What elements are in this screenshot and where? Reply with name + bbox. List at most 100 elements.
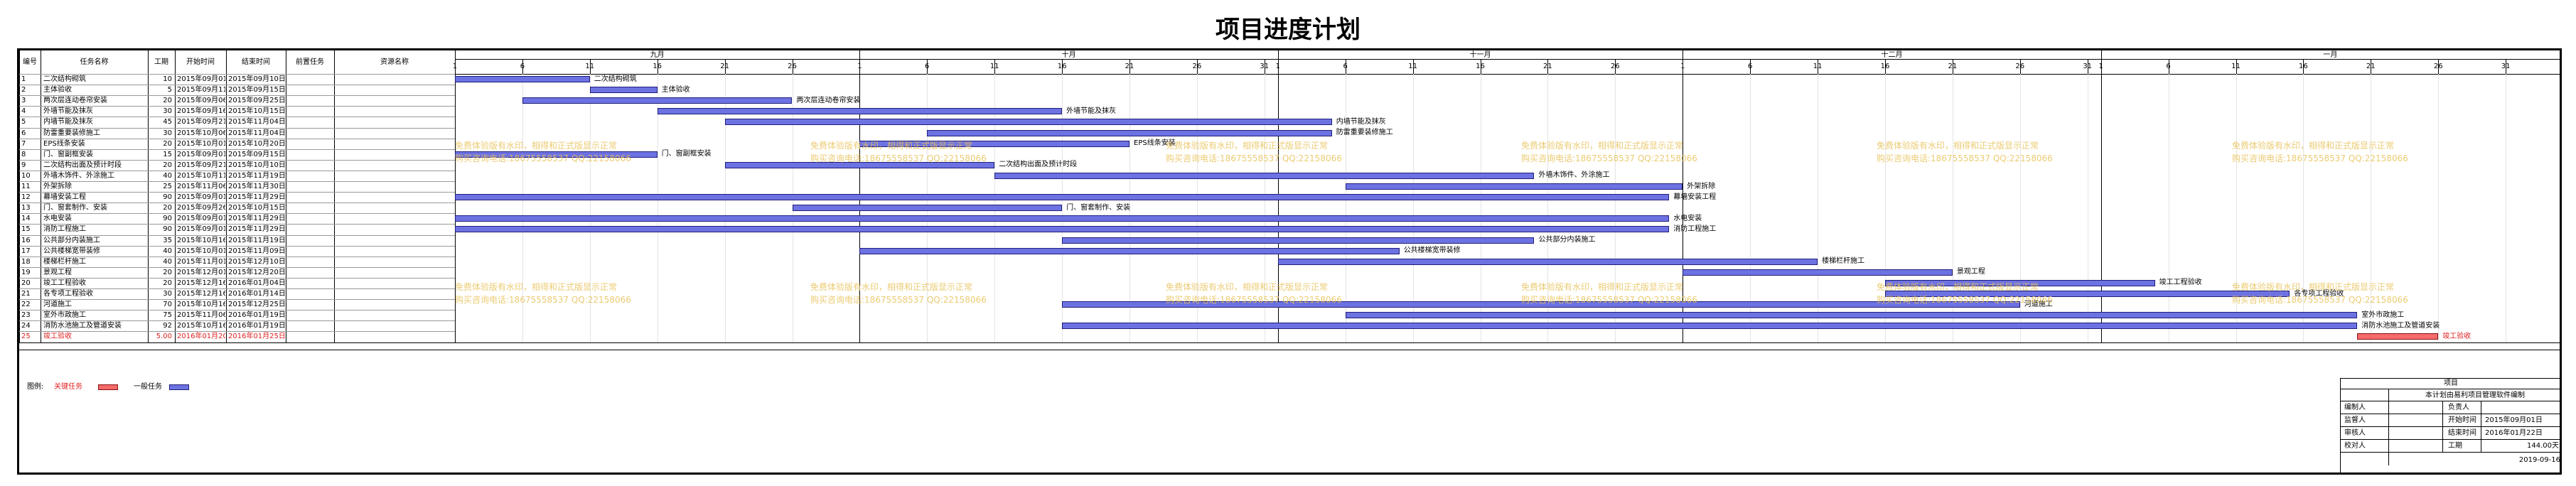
task-end: 2016年01月14日 — [228, 290, 285, 298]
task-start: 2015年10月11日 — [177, 171, 225, 180]
task-name: EPS线条安装 — [43, 139, 85, 148]
info-k2-0: 负责人 — [2448, 404, 2469, 411]
task-id: 14 — [21, 215, 31, 223]
info-v2-3: 144.00天 — [2527, 442, 2559, 450]
task-duration: 45 — [163, 118, 172, 126]
task-start: 2015年09月21日 — [177, 118, 225, 126]
task-bar — [927, 129, 1332, 136]
task-end: 2015年11月29日 — [228, 215, 285, 223]
task-end: 2015年10月15日 — [228, 204, 285, 212]
task-id: 5 — [21, 118, 26, 126]
task-bar-label: 景观工程 — [1956, 268, 1985, 276]
legend-critical-swatch — [98, 384, 118, 390]
task-id: 25 — [21, 333, 31, 341]
page-title: 项目进度计划 — [1215, 16, 1361, 44]
column-divider — [19, 50, 20, 342]
task-start: 2015年09月01日 — [177, 193, 225, 202]
task-duration: 5.00 — [156, 333, 172, 341]
watermark: 免费体验版有水印，相得和正式版显示正常 购买咨询电话:18675558537 QQ… — [2232, 281, 2408, 306]
day-label: 16 — [2299, 63, 2308, 70]
task-end: 2016年01月19日 — [228, 322, 285, 330]
task-start: 2015年09月11日 — [177, 86, 225, 94]
month-label: 十二月 — [1881, 50, 1903, 59]
legend-critical-label: 关键任务 — [54, 383, 82, 391]
task-start: 2015年09月01日 — [177, 75, 225, 83]
watermark-line-1: 免费体验版有水印，相得和正式版显示正常 — [1877, 282, 2039, 292]
day-label: 11 — [2231, 63, 2240, 70]
task-duration: 30 — [163, 129, 172, 137]
task-name: 门、窗套制作、安装 — [43, 204, 107, 212]
day-label: 11 — [1408, 63, 1417, 70]
task-duration: 30 — [163, 107, 172, 116]
watermark-line-2: 购买咨询电话:18675558537 QQ:22158066 — [810, 295, 987, 305]
task-duration: 20 — [163, 204, 172, 212]
title-block-project: 本计划由易利项目管理软件编制 — [2425, 392, 2525, 399]
task-duration: 70 — [163, 301, 172, 309]
task-bar-label: 消防工程施工 — [1673, 225, 1717, 233]
day-label: 16 — [1880, 63, 1890, 70]
day-label: 16 — [1476, 63, 1485, 70]
task-duration: 5 — [167, 86, 172, 94]
task-duration: 40 — [163, 171, 172, 180]
day-label: 26 — [2433, 63, 2443, 70]
task-bar — [1277, 258, 1818, 265]
task-end: 2015年09月15日 — [228, 150, 285, 158]
task-name: 室外市政施工 — [43, 311, 86, 320]
day-label: 1 — [1275, 63, 1280, 70]
column-divider — [334, 50, 335, 342]
info-k2-3: 工期 — [2448, 442, 2462, 450]
task-name: 水电安装 — [43, 215, 72, 223]
month-label: 一月 — [2323, 50, 2338, 59]
day-label: 21 — [1125, 63, 1134, 70]
watermark: 免费体验版有水印，相得和正式版显示正常 购买咨询电话:18675558537 QQ… — [2232, 139, 2408, 165]
day-label: 6 — [925, 63, 930, 70]
task-bar-label: 门、窗副框安装 — [661, 150, 712, 158]
task-end: 2015年10月10日 — [228, 161, 285, 169]
day-label: 11 — [1813, 63, 1823, 70]
day-label: 21 — [2366, 63, 2376, 70]
day-label: 21 — [1543, 63, 1552, 70]
day-label: 26 — [788, 63, 797, 70]
day-label: 1 — [452, 63, 458, 70]
task-end: 2015年12月25日 — [228, 301, 285, 309]
info-v2-1: 2015年09月01日 — [2485, 416, 2543, 424]
task-name: 各专项工程验收 — [43, 290, 93, 298]
task-bar-label: 竣工工程验收 — [2159, 279, 2202, 287]
watermark-line-1: 免费体验版有水印，相得和正式版显示正常 — [1166, 282, 1329, 292]
task-id: 16 — [21, 236, 31, 244]
task-id: 10 — [21, 171, 31, 180]
month-label: 九月 — [650, 50, 665, 59]
task-end: 2015年11月19日 — [228, 236, 285, 244]
watermark: 免费体验版有水印，相得和正式版显示正常 购买咨询电话:18675558537 QQ… — [810, 281, 987, 306]
watermark: 免费体验版有水印，相得和正式版显示正常 购买咨询电话:18675558537 QQ… — [455, 139, 631, 165]
day-label: 1 — [857, 63, 862, 70]
task-bar-label: 公共楼梯宽带装修 — [1403, 247, 1461, 255]
task-start: 2015年09月01日 — [177, 225, 225, 234]
task-duration: 20 — [163, 97, 172, 105]
task-duration: 90 — [163, 193, 172, 202]
task-duration: 25 — [163, 183, 172, 190]
task-duration: 10 — [163, 75, 172, 83]
task-name: 河道施工 — [43, 301, 72, 309]
info-k1-3: 校对人 — [2344, 442, 2366, 450]
task-end: 2015年11月04日 — [228, 118, 285, 126]
table-bottom-line — [19, 342, 2560, 343]
task-bar — [657, 108, 1063, 115]
task-bar-label: 二次结构出面及预计时段 — [999, 161, 1078, 169]
task-start: 2015年09月26日 — [177, 204, 225, 212]
month-label: 十一月 — [1469, 50, 1491, 59]
task-bar-label: 门、窗套制作、安装 — [1066, 203, 1131, 212]
watermark-line-1: 免费体验版有水印，相得和正式版显示正常 — [810, 141, 973, 151]
info-v2-2: 2016年01月22日 — [2485, 429, 2543, 437]
task-bar-label: 公共部分内装施工 — [1538, 236, 1596, 244]
task-id: 13 — [21, 204, 31, 212]
column-header: 工期 — [154, 58, 168, 66]
title-block-header: 项目 — [2444, 379, 2458, 387]
watermark: 免费体验版有水印，相得和正式版显示正常 购买咨询电话:18675558537 QQ… — [1521, 281, 1697, 306]
task-duration: 35 — [163, 236, 172, 244]
task-start: 2015年09月06日 — [177, 97, 225, 105]
task-id: 19 — [21, 268, 31, 276]
task-start: 2015年11月06日 — [177, 183, 225, 190]
day-label: 1 — [1680, 63, 1685, 70]
task-duration: 20 — [163, 268, 172, 276]
